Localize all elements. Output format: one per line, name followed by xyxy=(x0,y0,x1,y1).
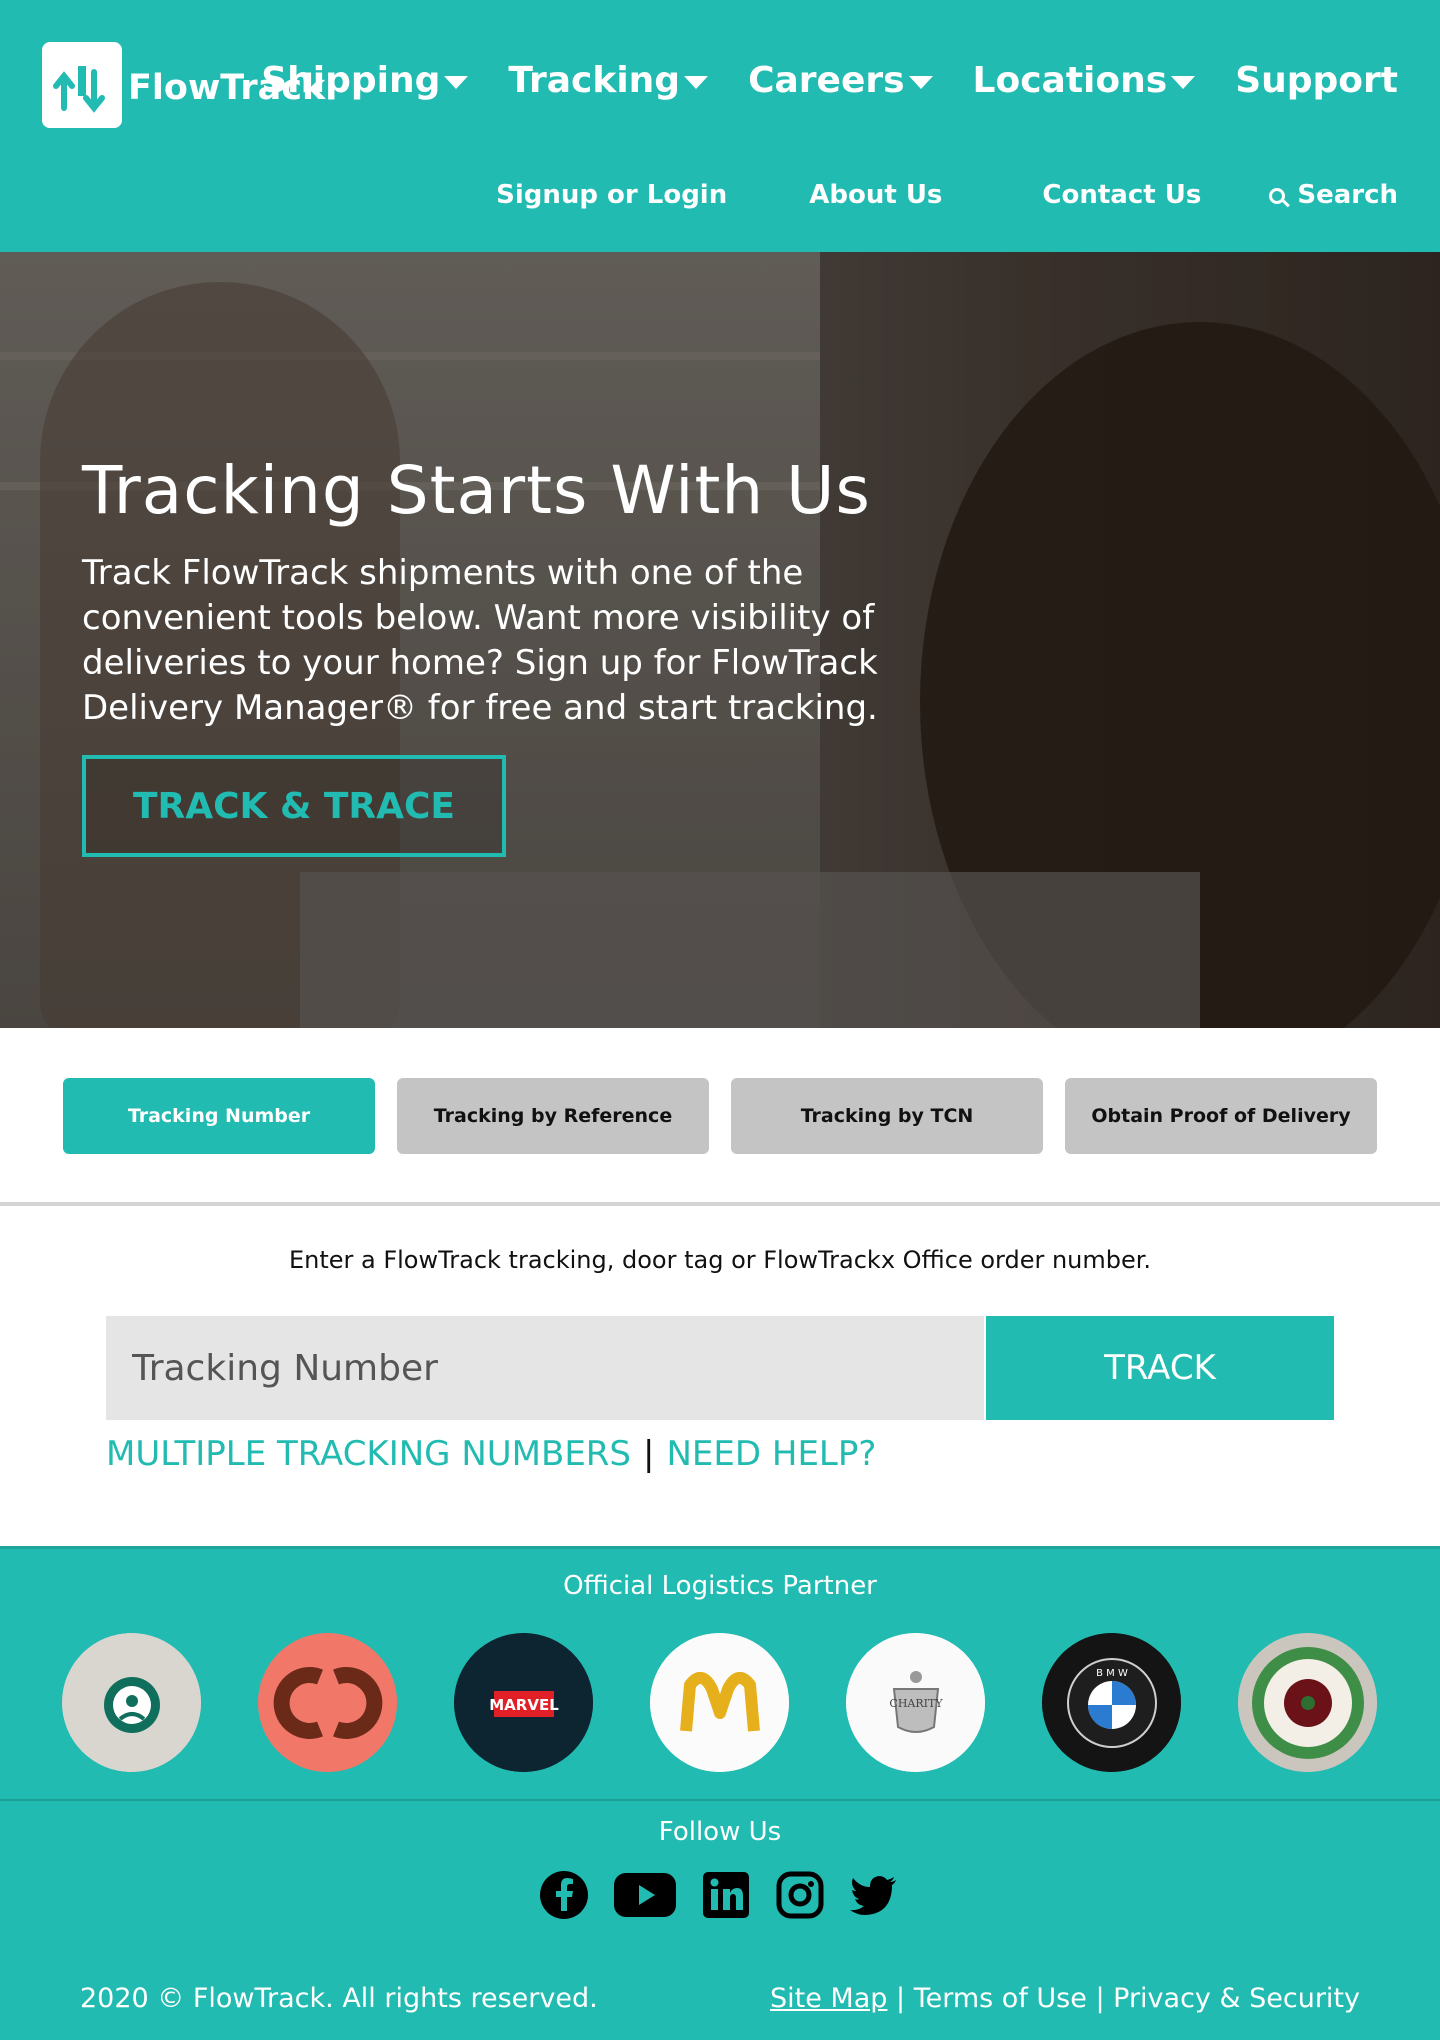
nav-locations[interactable]: Locations xyxy=(973,60,1196,101)
copyright-text: 2020 © FlowTrack. All rights reserved. xyxy=(80,1983,598,2014)
tab-tracking-by-tcn[interactable]: Tracking by TCN xyxy=(731,1078,1043,1154)
search-link[interactable]: Search xyxy=(1269,180,1398,210)
link-separator: | xyxy=(896,1983,906,2014)
tracking-form: TRACK xyxy=(106,1316,1334,1420)
hero-title: Tracking Starts With Us xyxy=(82,452,871,529)
cc-logo[interactable] xyxy=(258,1633,397,1772)
tab-tracking-by-reference[interactable]: Tracking by Reference xyxy=(397,1078,709,1154)
mcdonalds-logo[interactable] xyxy=(650,1633,789,1772)
facebook-icon[interactable] xyxy=(540,1871,588,1919)
charity-logo[interactable]: CHARITY xyxy=(846,1633,985,1772)
nav-careers-label: Careers xyxy=(748,60,905,101)
chevron-down-icon xyxy=(908,76,933,89)
terms-of-use-link[interactable]: Terms of Use xyxy=(914,1983,1087,2014)
chevron-down-icon xyxy=(684,76,709,89)
youtube-icon[interactable] xyxy=(614,1871,676,1919)
nav-tracking-label: Tracking xyxy=(508,60,681,101)
link-separator: | xyxy=(1095,1983,1105,2014)
tab-proof-of-delivery[interactable]: Obtain Proof of Delivery xyxy=(1065,1078,1377,1154)
nav-tracking[interactable]: Tracking xyxy=(508,60,709,101)
link-separator: | xyxy=(643,1434,655,1474)
bmw-logo[interactable]: B M W xyxy=(1042,1633,1181,1772)
nav-locations-label: Locations xyxy=(972,60,1168,101)
site-header: FlowTrack Shipping Tracking Careers Loca… xyxy=(0,0,1440,252)
charity-logo-text: CHARITY xyxy=(889,1697,943,1710)
signup-login-link[interactable]: Signup or Login xyxy=(496,180,727,210)
follow-us-title: Follow Us xyxy=(658,1817,782,1847)
nav-support[interactable]: Support xyxy=(1235,60,1398,101)
chevron-down-icon xyxy=(1171,76,1196,89)
nav-support-label: Support xyxy=(1235,60,1398,101)
suffrage-logo[interactable] xyxy=(1238,1633,1377,1772)
tracking-number-input[interactable] xyxy=(106,1316,984,1420)
site-map-link[interactable]: Site Map xyxy=(770,1983,887,2014)
twitter-icon[interactable] xyxy=(850,1871,898,1919)
hero-banner: Tracking Starts With Us Track FlowTrack … xyxy=(0,252,1440,1028)
marvel-logo[interactable]: MARVEL xyxy=(454,1633,593,1772)
partners-section: Official Logistics Partner MARVEL CHARIT… xyxy=(0,1546,1440,1800)
footer-links: Site Map | Terms of Use | Privacy & Secu… xyxy=(770,1983,1360,2014)
nav-shipping[interactable]: Shipping xyxy=(261,60,469,101)
need-help-link[interactable]: NEED HELP? xyxy=(666,1434,876,1474)
tracking-instructions: Enter a FlowTrack tracking, door tag or … xyxy=(288,1246,1152,1274)
tracking-links: MULTIPLE TRACKING NUMBERS | NEED HELP? xyxy=(106,1434,876,1474)
divider xyxy=(0,1202,1440,1206)
nav-careers[interactable]: Careers xyxy=(748,60,933,101)
search-icon xyxy=(1269,188,1286,204)
main-navigation: Shipping Tracking Careers Locations Supp… xyxy=(221,60,1398,101)
partner-logos: MARVEL CHARITY B M W xyxy=(62,1633,1377,1772)
linkedin-icon[interactable] xyxy=(702,1871,750,1919)
hero-description: Track FlowTrack shipments with one of th… xyxy=(82,553,878,728)
hero-content: Tracking Starts With Us Track FlowTrack … xyxy=(82,452,902,857)
nav-shipping-label: Shipping xyxy=(261,60,441,101)
contact-us-link[interactable]: Contact Us xyxy=(1042,180,1201,210)
partners-title: Official Logistics Partner xyxy=(563,1571,877,1601)
privacy-security-link[interactable]: Privacy & Security xyxy=(1113,1983,1360,2014)
marvel-logo-text: MARVEL xyxy=(489,1696,559,1714)
about-us-link[interactable]: About Us xyxy=(809,180,942,210)
flowtrack-logo-icon xyxy=(42,42,122,128)
tracking-tabs: Tracking Number Tracking by Reference Tr… xyxy=(63,1078,1377,1154)
secondary-navigation: Signup or Login About Us Contact Us Sear… xyxy=(496,180,1398,210)
tab-tracking-number[interactable]: Tracking Number xyxy=(63,1078,375,1154)
track-trace-button[interactable]: TRACK & TRACE xyxy=(82,755,506,857)
track-button[interactable]: TRACK xyxy=(986,1316,1334,1420)
bmw-logo-text: B M W xyxy=(1096,1668,1128,1679)
site-footer: Follow Us 2020 © FlowTrack. All rights r… xyxy=(0,1801,1440,2040)
social-links xyxy=(540,1871,898,1919)
starbucks-logo[interactable] xyxy=(62,1633,201,1772)
chevron-down-icon xyxy=(444,76,469,89)
search-label: Search xyxy=(1297,180,1398,210)
multiple-tracking-numbers-link[interactable]: MULTIPLE TRACKING NUMBERS xyxy=(106,1434,631,1474)
instagram-icon[interactable] xyxy=(776,1871,824,1919)
